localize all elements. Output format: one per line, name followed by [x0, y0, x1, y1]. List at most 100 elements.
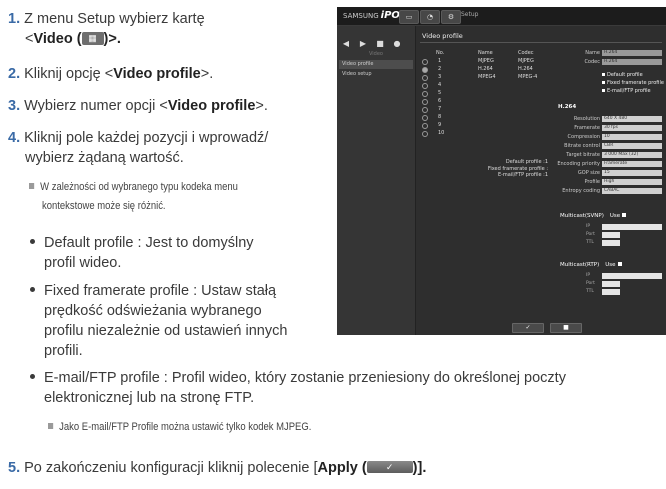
step-3-number: 3. — [8, 98, 21, 114]
rtp-ip-field[interactable] — [602, 273, 662, 279]
event-tab-icon[interactable]: ■ — [375, 39, 385, 48]
cell-name: H.264 — [478, 66, 493, 72]
email-ftp-label: E-mail/FTP profile — [607, 88, 651, 94]
table-row[interactable]: 2 H.264 H.264 — [422, 66, 552, 73]
default-profile-checkbox[interactable]: Default profile — [602, 72, 643, 78]
codec-select[interactable]: H.264 — [602, 59, 662, 65]
setting-label: Encoding priority — [557, 161, 600, 167]
table-row[interactable]: 10 — [422, 130, 552, 137]
default-profile-label: Default profile — [607, 72, 643, 78]
multicast-ip-field[interactable] — [602, 224, 662, 230]
setting-value[interactable]: CBR — [602, 143, 662, 149]
profile-radio[interactable] — [422, 107, 428, 113]
setting-row: Profile High — [556, 179, 664, 186]
cell-no: 8 — [438, 114, 442, 120]
sidebar-item-video-setup[interactable]: Video setup — [339, 70, 413, 79]
name-label: Name — [585, 50, 600, 56]
sidebar-item-video-profile[interactable]: Video profile — [339, 60, 413, 69]
table-row[interactable]: 1 MJPEG MJPEG — [422, 58, 552, 65]
rtp-ttl-field[interactable] — [602, 289, 620, 295]
bullet-icon — [30, 238, 35, 244]
profile-radio[interactable] — [422, 59, 428, 65]
multicast-rtp-checkbox[interactable] — [617, 262, 622, 266]
bullet-default-profile: Default profile : Jest to domyślny — [30, 233, 254, 253]
setup-screenshot: SAMSUNGiPOLiS ▭ ◔ ⚙ Setup ◀ ▶ ■ ● Video Vid… — [337, 7, 666, 335]
setting-row: Compression 10 — [556, 134, 664, 141]
video-tab-icon[interactable]: ◀ — [341, 39, 351, 48]
step-4-number: 4. — [8, 130, 21, 146]
table-row[interactable]: 8 — [422, 114, 552, 121]
table-row[interactable]: 7 — [422, 106, 552, 113]
step-1-number: 1. — [8, 11, 21, 27]
rtp-port-field[interactable] — [602, 281, 620, 287]
multicast-svnp-checkbox[interactable] — [622, 213, 627, 217]
multicast-rtp-title: Multicast(RTP) — [560, 262, 600, 268]
setting-value[interactable]: 640 X 480 — [602, 116, 662, 122]
profile-radio[interactable] — [422, 67, 428, 73]
setting-row: Entropy coding CABAC — [556, 188, 664, 195]
multicast-svnp-use: Use — [609, 213, 621, 219]
multicast-port-field[interactable] — [602, 232, 620, 238]
apply-button-icon: ✓ — [366, 461, 413, 474]
table-row[interactable]: 3 MPEG4 MPEG-4 — [422, 74, 552, 81]
note-1-line1: W zależności od wybranego typu kodeka me… — [40, 181, 238, 193]
cell-codec: MPEG-4 — [518, 74, 538, 80]
profile-radio[interactable] — [422, 115, 428, 121]
setting-value[interactable]: 10 — [602, 134, 662, 140]
multicast-svnp-title: Multicast(SVNP) — [560, 213, 604, 219]
setting-row: Framerate 30 fps — [556, 125, 664, 132]
email-ftp-checkbox[interactable]: E-mail/FTP profile — [602, 88, 651, 94]
top-bar: SAMSUNGiPOLiS ▭ ◔ ⚙ Setup — [337, 7, 666, 26]
setup-button[interactable]: ⚙ — [441, 10, 461, 24]
fixed-framerate-checkbox[interactable]: Fixed framerate profile — [602, 80, 664, 86]
cell-no: 4 — [438, 82, 442, 88]
step-5-bold: Apply ( — [317, 460, 367, 476]
setting-value[interactable]: 30 fps — [602, 125, 662, 131]
step-2-pre: Kliknij opcję < — [24, 66, 114, 82]
profile-radio[interactable] — [422, 83, 428, 89]
setting-label: Bitrate control — [564, 143, 600, 149]
bullet-2-line3: profilu niezależnie od ustawień innych — [44, 323, 288, 339]
port-label: Port — [586, 232, 595, 237]
table-row[interactable]: 9 — [422, 122, 552, 129]
bullet-icon — [30, 373, 35, 379]
profile-radio[interactable] — [422, 123, 428, 129]
profile-radio[interactable] — [422, 75, 428, 81]
setting-value[interactable]: CABAC — [602, 188, 662, 194]
setting-value[interactable]: 3 000 Max (32) — [602, 152, 662, 158]
table-row[interactable]: 4 — [422, 82, 552, 89]
profile-radio[interactable] — [422, 131, 428, 137]
step-1-bracket-close: )>. — [103, 31, 121, 47]
cell-name: MPEG4 — [478, 74, 496, 80]
step-3-post: >. — [255, 98, 268, 114]
profile-radio[interactable] — [422, 91, 428, 97]
port-label: Port — [586, 281, 595, 286]
setting-value[interactable]: 15 — [602, 170, 662, 176]
name-field[interactable]: H.264 — [602, 50, 662, 56]
ip-label: IP — [586, 273, 591, 278]
setting-value[interactable]: High — [602, 179, 662, 185]
table-row[interactable]: 5 — [422, 90, 552, 97]
fixed-framerate-label: Fixed framerate profile — [607, 80, 664, 86]
setting-value[interactable]: Framerate — [602, 161, 662, 167]
profile-table: No. Name Codec 1 MJPEG MJPEG 2 H.264 H.264 3 MP… — [422, 50, 552, 137]
multicast-ttl-field[interactable] — [602, 240, 620, 246]
playback-button[interactable]: ◔ — [420, 10, 440, 24]
bullet-2-line2: prędkość odświeżania wybranego — [44, 303, 262, 319]
cancel-button[interactable]: ■ — [550, 323, 582, 333]
ttl-label: TTL — [586, 289, 594, 294]
bullet-2-line4: profili. — [44, 343, 83, 359]
profile-radio[interactable] — [422, 99, 428, 105]
apply-button[interactable]: ✓ — [512, 323, 544, 333]
bullet-1-line1: Default profile : Jest to domyślny — [44, 235, 254, 251]
sidebar-icons: ◀ ▶ ■ ● — [341, 31, 413, 48]
system-tab-icon[interactable]: ● — [392, 39, 402, 48]
col-name: Name — [478, 50, 493, 56]
cell-no: 10 — [438, 130, 445, 136]
network-tab-icon[interactable]: ▶ — [358, 39, 368, 48]
codec-label: Codec — [584, 59, 600, 65]
col-no: No. — [436, 50, 445, 56]
table-header: No. Name Codec — [422, 50, 552, 57]
live-view-button[interactable]: ▭ — [399, 10, 419, 24]
table-row[interactable]: 6 — [422, 98, 552, 105]
